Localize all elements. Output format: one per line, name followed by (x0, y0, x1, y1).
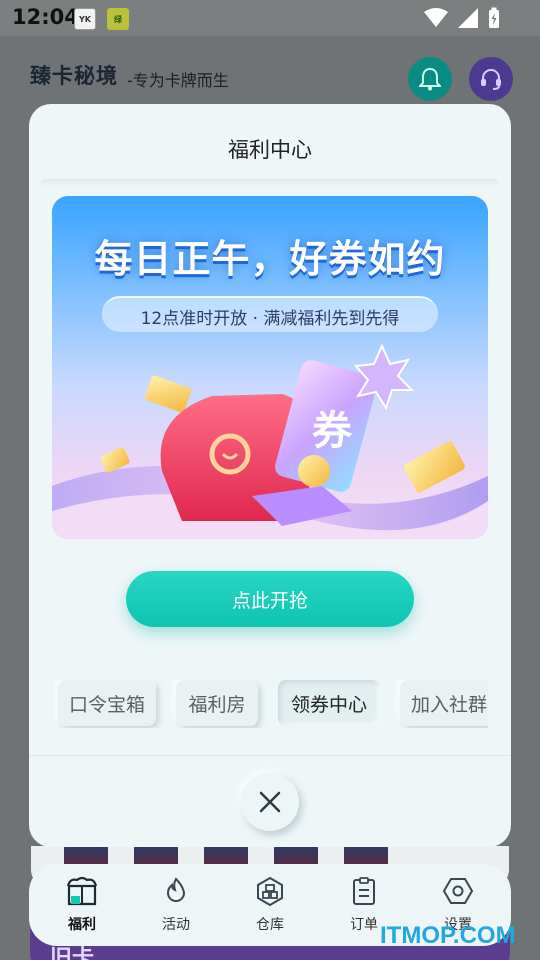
notification-app-icon: YK (74, 8, 96, 30)
nav-label-welfare: 福利 (68, 917, 96, 933)
order-clipboard-icon (353, 877, 375, 905)
nav-label-activity: 活动 (162, 917, 190, 933)
signal-icon (458, 8, 478, 28)
customer-service-button[interactable] (469, 57, 513, 101)
nav-label-orders: 订单 (350, 917, 378, 933)
nav-warehouse[interactable]: 仓库 (235, 874, 305, 938)
close-icon (259, 791, 281, 813)
promo-banner[interactable]: 每日正午，好券如约 12点准时开放 · 满减福利先到先得 券 (52, 196, 488, 539)
welfare-center-modal: 福利中心 每日正午，好券如约 12点准时开放 · 满减福利先到先得 券 点此开抢… (29, 104, 511, 847)
banner-subline: 12点准时开放 · 满减福利先到先得 (140, 309, 400, 329)
close-modal-button[interactable] (241, 773, 299, 831)
watermark: ITMOP.COM (380, 922, 516, 949)
status-icons (424, 7, 500, 29)
tab-join-community[interactable]: 加入社群 (400, 680, 488, 726)
tab-welfare-room[interactable]: 福利房 (176, 680, 258, 726)
app-logo: 臻卡秘境 (30, 64, 118, 88)
battery-icon (489, 7, 499, 28)
welfare-tabs: 口令宝箱 福利房 领券中心 加入社群 (52, 680, 488, 728)
coupon-glyph: 券 (312, 408, 353, 454)
app-slogan: -专为卡牌而生 (127, 71, 229, 90)
nav-label-warehouse: 仓库 (256, 917, 284, 933)
tabs-divider (29, 755, 511, 756)
banner-headline: 每日正午，好券如约 (94, 237, 446, 281)
tab-password-chest[interactable]: 口令宝箱 (58, 680, 156, 726)
warehouse-icon (257, 876, 283, 906)
wifi-icon (424, 8, 448, 27)
grab-now-button[interactable]: 点此开抢 (126, 571, 414, 627)
gear-hexagon-icon (442, 878, 474, 904)
status-time: 12:04 (12, 5, 79, 29)
notification-button[interactable] (408, 57, 452, 101)
fire-icon (166, 877, 186, 902)
modal-title: 福利中心 (228, 138, 312, 162)
nav-activity[interactable]: 活动 (141, 874, 211, 938)
headset-icon (481, 69, 501, 90)
notification-app-icon-2: 绿 (107, 8, 129, 30)
gift-box-icon (66, 876, 98, 906)
nav-welfare[interactable]: 福利 (47, 874, 117, 938)
status-bar: 12:04 YK 绿 (0, 0, 540, 36)
bell-icon (419, 67, 441, 91)
title-divider (41, 179, 499, 187)
tab-coupon-center[interactable]: 领券中心 (278, 680, 380, 726)
banner-illustration: 券 (52, 343, 488, 539)
